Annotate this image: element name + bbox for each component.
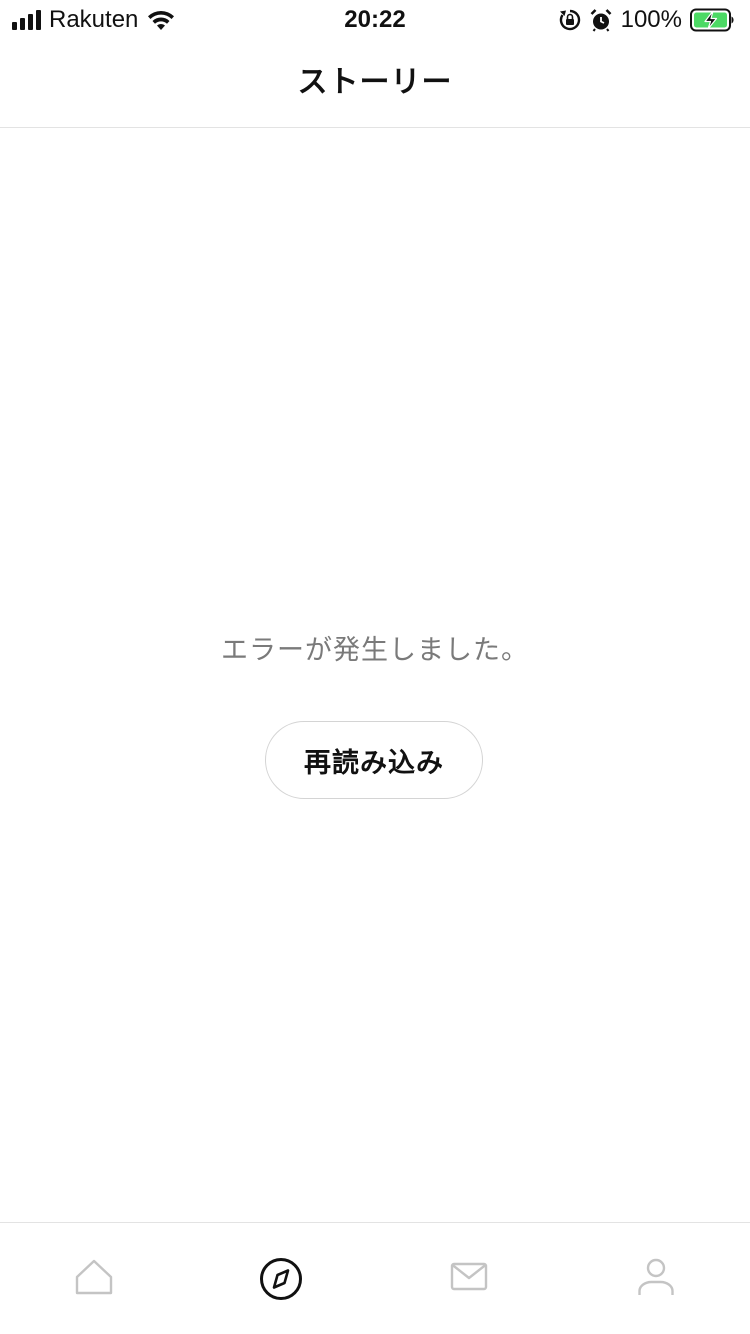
tab-home[interactable]	[0, 1223, 188, 1334]
tab-bar	[0, 1222, 750, 1334]
status-bar: Rakuten 20:22 100%	[0, 0, 750, 40]
mail-icon	[449, 1257, 489, 1297]
profile-icon	[636, 1257, 676, 1297]
orientation-lock-icon	[559, 9, 581, 31]
tab-profile[interactable]	[563, 1223, 750, 1334]
status-right: 100%	[559, 6, 736, 34]
main-content: エラーが発生しました。 再読み込み	[0, 128, 750, 1222]
alarm-icon	[589, 8, 613, 32]
tab-explore[interactable]	[188, 1223, 376, 1334]
battery-percentage: 100%	[620, 6, 682, 33]
tab-messages[interactable]	[375, 1223, 563, 1334]
home-icon	[74, 1257, 114, 1297]
reload-button[interactable]: 再読み込み	[265, 721, 483, 799]
page-title: ストーリー	[297, 65, 453, 100]
navigation-header: ストーリー	[0, 40, 750, 128]
stories-screen: Rakuten 20:22 100% ストーリー エラーが発生しました。 再読み…	[0, 0, 750, 1334]
compass-icon	[259, 1257, 303, 1301]
battery-charging-icon	[690, 8, 736, 32]
error-message: エラーが発生しました。	[221, 635, 529, 666]
